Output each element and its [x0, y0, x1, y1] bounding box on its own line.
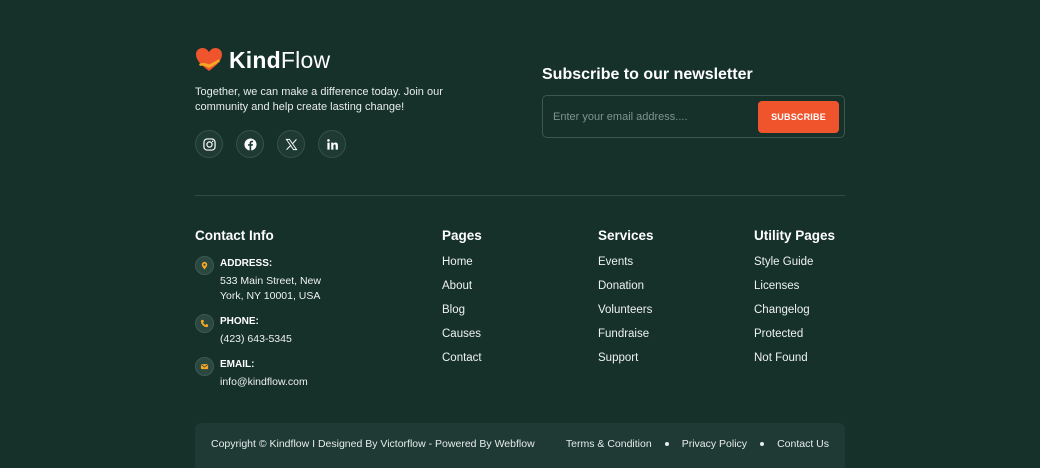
newsletter-form: SUBSCRIBE: [542, 95, 845, 138]
brand-logo[interactable]: KindFlow: [195, 46, 330, 74]
footer-link-changelog[interactable]: Changelog: [754, 303, 813, 327]
footer-link-causes[interactable]: Causes: [442, 327, 482, 351]
pages-links: Home About Blog Causes Contact: [442, 255, 482, 375]
contact-us-link[interactable]: Contact Us: [777, 438, 829, 450]
footer-link-not-found[interactable]: Not Found: [754, 351, 813, 375]
services-links: Events Donation Volunteers Fundraise Sup…: [598, 255, 652, 375]
separator-dot: [760, 442, 765, 446]
contact-address: ADDRESS: 533 Main Street, New York, NY 1…: [195, 256, 340, 304]
contact-email: EMAIL: info@kindflow.com: [195, 357, 340, 390]
heart-hand-icon: [195, 46, 223, 74]
social-links: [195, 130, 346, 158]
privacy-policy-link[interactable]: Privacy Policy: [682, 438, 747, 450]
footer-bottom-bar: Copyright © Kindflow I Designed By Victo…: [195, 423, 845, 468]
subscribe-button[interactable]: SUBSCRIBE: [758, 101, 839, 133]
footer-link-donation[interactable]: Donation: [598, 279, 652, 303]
footer-link-blog[interactable]: Blog: [442, 303, 482, 327]
footer-link-volunteers[interactable]: Volunteers: [598, 303, 652, 327]
footer-link-home[interactable]: Home: [442, 255, 482, 279]
footer-link-protected[interactable]: Protected: [754, 327, 813, 351]
legal-links: Terms & Condition Privacy Policy Contact…: [566, 438, 829, 450]
footer-link-licenses[interactable]: Licenses: [754, 279, 813, 303]
services-column-title: Services: [598, 228, 654, 243]
footer-divider: [195, 195, 845, 196]
contact-address-value: 533 Main Street, New York, NY 10001, USA: [220, 275, 321, 302]
pages-column-title: Pages: [442, 228, 482, 243]
footer-link-support[interactable]: Support: [598, 351, 652, 375]
contact-email-value[interactable]: info@kindflow.com: [220, 375, 340, 390]
footer-link-fundraise[interactable]: Fundraise: [598, 327, 652, 351]
x-icon: [285, 138, 298, 151]
linkedin-icon: [326, 138, 339, 151]
footer: KindFlow Together, we can make a differe…: [195, 0, 845, 468]
copyright-text: Copyright © Kindflow I Designed By Victo…: [211, 438, 535, 450]
contact-phone-label: PHONE:: [220, 316, 259, 327]
mail-icon: [195, 357, 214, 376]
linkedin-link[interactable]: [318, 130, 346, 158]
facebook-icon: [243, 137, 257, 151]
newsletter-title: Subscribe to our newsletter: [542, 66, 753, 83]
utility-pages-column-title: Utility Pages: [754, 228, 836, 243]
utility-pages-links: Style Guide Licenses Changelog Protected…: [754, 255, 813, 375]
footer-link-style-guide[interactable]: Style Guide: [754, 255, 813, 279]
instagram-icon: [202, 137, 216, 151]
footer-link-events[interactable]: Events: [598, 255, 652, 279]
terms-link[interactable]: Terms & Condition: [566, 438, 652, 450]
separator-dot: [664, 442, 669, 446]
brand-tagline: Together, we can make a difference today…: [195, 86, 443, 113]
phone-icon: [195, 314, 214, 333]
footer-link-about[interactable]: About: [442, 279, 482, 303]
contact-address-label: ADDRESS:: [220, 258, 273, 269]
contact-info-title: Contact Info: [195, 228, 274, 243]
facebook-link[interactable]: [236, 130, 264, 158]
contact-phone-value[interactable]: (423) 643-5345: [220, 332, 340, 347]
newsletter-email-input[interactable]: [553, 108, 753, 126]
contact-email-label: EMAIL:: [220, 359, 255, 370]
instagram-link[interactable]: [195, 130, 223, 158]
map-pin-icon: [195, 256, 214, 275]
contact-phone: PHONE: (423) 643-5345: [195, 314, 340, 347]
footer-link-contact[interactable]: Contact: [442, 351, 482, 375]
brand-name: KindFlow: [229, 47, 331, 73]
x-link[interactable]: [277, 130, 305, 158]
